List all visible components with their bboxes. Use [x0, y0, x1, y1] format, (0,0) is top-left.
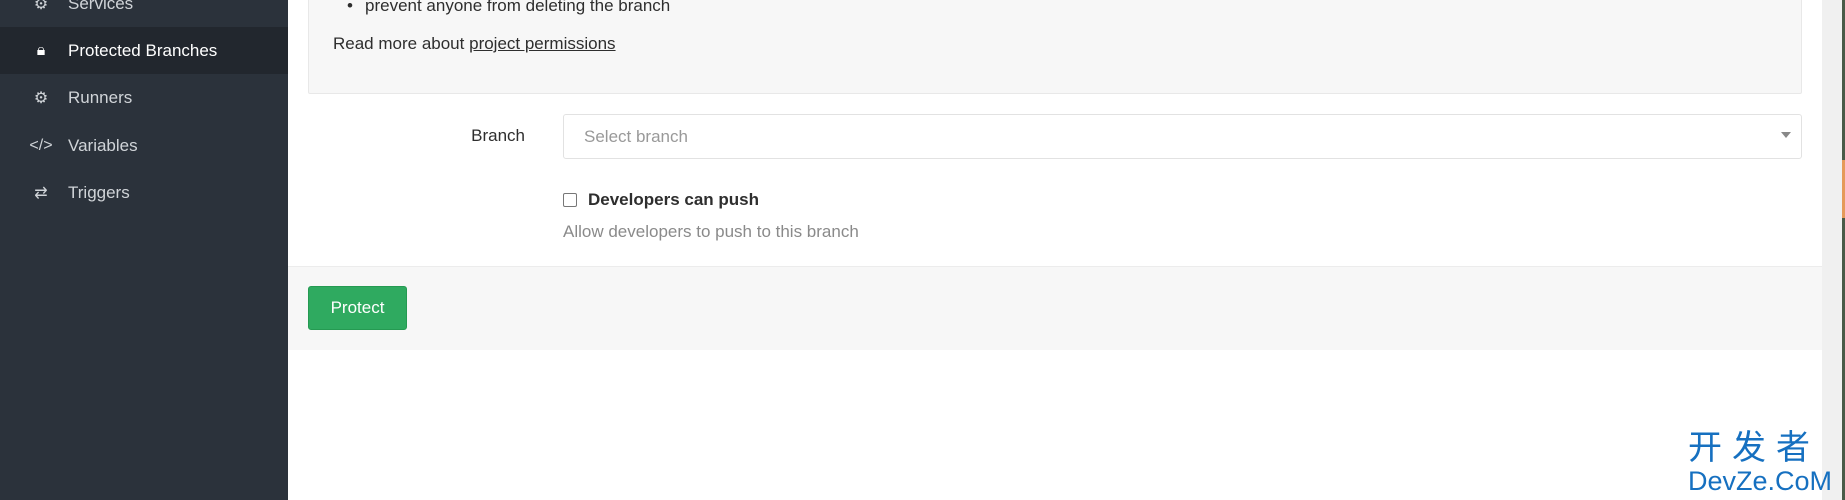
read-more: Read more about project permissions — [333, 34, 616, 54]
info-bullet: prevent anyone from deleting the branch — [347, 0, 670, 16]
sidebar-item-triggers[interactable]: ⇄ Triggers — [0, 169, 288, 216]
branch-select[interactable]: Select branch — [563, 114, 1802, 159]
developers-can-push-checkbox[interactable] — [563, 193, 577, 207]
sidebar-item-variables[interactable]: </> Variables — [0, 122, 288, 169]
project-permissions-link[interactable]: project permissions — [469, 34, 615, 53]
watermark-logo-text: DevZe.CoM — [1688, 466, 1833, 496]
gears-icon: ⚙ — [33, 0, 49, 13]
form-actions — [288, 266, 1822, 350]
sidebar-item-label: Runners — [68, 87, 133, 107]
sidebar-item-protected-branches[interactable]: 🔒︎ Protected Branches — [0, 27, 288, 74]
lock-icon: 🔒︎ — [36, 41, 46, 59]
developers-can-push-label[interactable]: Developers can push — [588, 190, 759, 210]
gear-icon: ⚙ — [33, 89, 49, 107]
sidebar-item-label: Variables — [68, 135, 138, 155]
branch-select-placeholder: Select branch — [584, 127, 688, 146]
watermark-logo: 开发者 — [1688, 429, 1820, 467]
sidebar-item-runners[interactable]: ⚙ Runners — [0, 74, 288, 121]
sidebar-item-label: Services — [68, 0, 134, 13]
retweet-icon: ⇄ — [34, 184, 48, 202]
scrollbar[interactable] — [1822, 0, 1842, 500]
sidebar: ⚙ Services 🔒︎ Protected Branches ⚙ Runners … — [0, 0, 288, 500]
protect-button[interactable]: Protect — [308, 286, 407, 330]
sidebar-item-label: Protected Branches — [68, 40, 218, 60]
sidebar-item-label: Triggers — [68, 182, 130, 202]
branch-label: Branch — [471, 126, 525, 145]
checkbox-help-text: Allow developers to push to this branch — [563, 222, 859, 241]
read-more-text: Read more about — [333, 34, 465, 53]
sidebar-item-services[interactable]: ⚙ Services — [0, 0, 288, 27]
code-icon: </> — [29, 136, 53, 154]
caret-down-icon — [1781, 132, 1791, 138]
